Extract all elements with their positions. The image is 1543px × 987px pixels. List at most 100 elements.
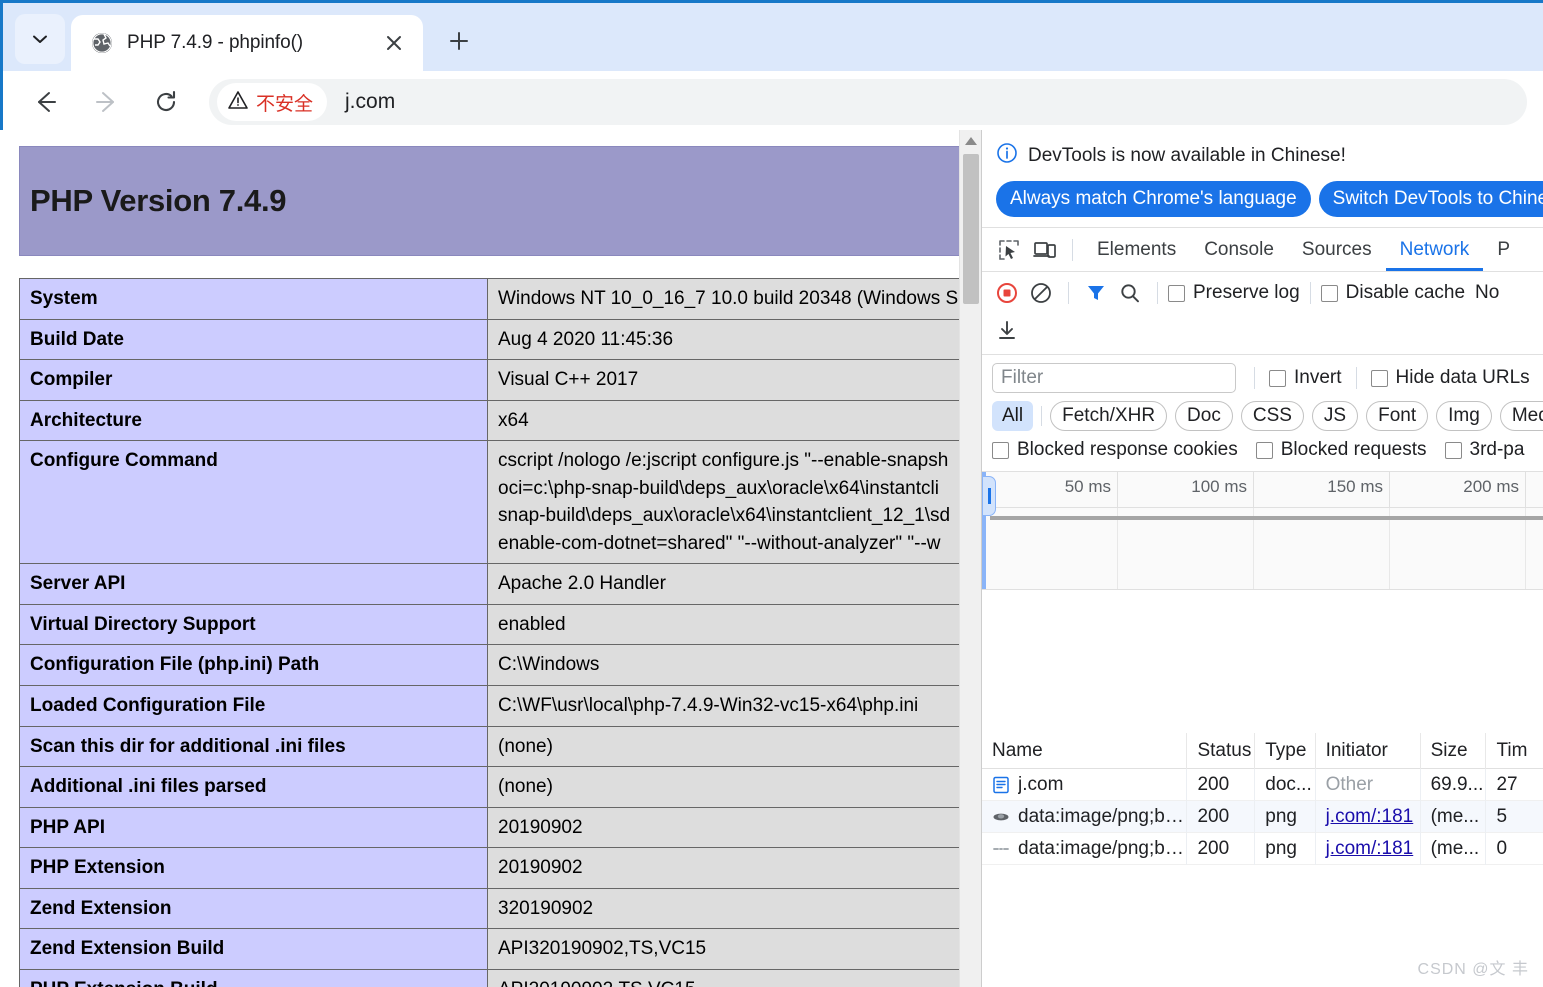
tab-elements[interactable]: Elements [1083, 228, 1190, 271]
request-name-text: data:image/png;ba... [1018, 805, 1187, 827]
address-bar[interactable]: 不安全 j.com [209, 79, 1527, 125]
type-filter-css[interactable]: CSS [1240, 401, 1304, 431]
request-initiator-text[interactable]: j.com/:181 [1326, 838, 1414, 859]
clear-icon[interactable] [1024, 276, 1058, 310]
configure-command-line: cscript /nologo /e:jscript configure.js … [498, 450, 949, 472]
toolbar-divider [1157, 282, 1158, 304]
type-filter-img[interactable]: Img [1436, 401, 1492, 431]
type-filter-doc[interactable]: Doc [1175, 401, 1233, 431]
page-vertical-scrollbar[interactable] [959, 130, 981, 987]
request-row[interactable]: data:image/png;ba... 200 png j.com/:181 (me.… [982, 800, 1543, 833]
watermark: CSDN @文 丰 [1417, 961, 1529, 978]
security-status-text: 不安全 [256, 93, 314, 115]
devtools-panel: DevTools is now available in Chinese! Al… [981, 130, 1543, 987]
disable-cache-label: Disable cache [1345, 282, 1466, 303]
disable-cache-option[interactable]: Disable cache [1320, 282, 1466, 304]
blocked-option-2[interactable]: 3rd-pa [1444, 439, 1524, 461]
close-icon[interactable] [381, 30, 407, 56]
reload-button[interactable] [143, 79, 189, 125]
overview-tick-label: 150 ms [1254, 472, 1390, 508]
request-initiator-cell[interactable]: j.com/:181 [1316, 832, 1421, 865]
overview-summary-bar [990, 516, 1543, 520]
request-time-cell: 0 [1496, 837, 1508, 859]
type-filter-media[interactable]: Media [1499, 401, 1543, 431]
overview-selection-handle[interactable] [982, 476, 996, 516]
tab-sources[interactable]: Sources [1288, 228, 1386, 271]
column-header-initiator[interactable]: Initiator [1316, 733, 1421, 769]
scroll-up-arrow-icon[interactable] [960, 130, 981, 152]
column-header-size[interactable]: Size [1421, 733, 1487, 769]
blocked-checkbox-0[interactable] [992, 441, 1009, 459]
row-value: C:\Windows [487, 644, 959, 687]
devtools-language-banner: DevTools is now available in Chinese! Al… [982, 130, 1543, 228]
security-status-chip[interactable]: 不安全 [217, 83, 328, 121]
request-row[interactable]: j.com 200 doc... Other 69.9... 27 [982, 768, 1543, 801]
request-initiator-text[interactable]: j.com/:181 [1326, 806, 1414, 827]
column-header-status[interactable]: Status [1187, 733, 1256, 769]
request-name-text: j.com [1018, 773, 1064, 795]
blocked-filters: Blocked response cookies Blocked requests… [982, 439, 1543, 472]
resource-type-filters: AllFetch/XHRDocCSSJSFontImgMediaManife [982, 401, 1543, 439]
preserve-log-checkbox[interactable] [1168, 284, 1185, 302]
request-initiator-cell[interactable]: j.com/:181 [1316, 800, 1421, 833]
url-text[interactable]: j.com [345, 90, 395, 114]
column-header-tim[interactable]: Tim [1486, 733, 1543, 769]
record-stop-icon[interactable] [990, 276, 1024, 310]
new-tab-plus-icon[interactable] [437, 19, 481, 63]
request-size-cell: (me... [1421, 800, 1487, 833]
switch-devtools-to-chinese-button[interactable]: Switch DevTools to Chinese [1318, 181, 1543, 217]
hide-data-urls-checkbox[interactable] [1370, 369, 1388, 387]
invert-option[interactable]: Invert [1269, 367, 1342, 389]
tab-network[interactable]: Network [1386, 228, 1484, 271]
blocked-option-0[interactable]: Blocked response cookies [992, 439, 1238, 461]
filter-input[interactable] [992, 363, 1236, 393]
blocked-checkbox-1[interactable] [1255, 441, 1273, 459]
scrollbar-thumb[interactable] [963, 154, 979, 304]
inspect-element-icon[interactable] [992, 233, 1026, 267]
network-overview-timeline[interactable]: 50 ms 100 ms 150 ms 200 ms [982, 472, 1543, 590]
request-name-cell[interactable]: data:image/png;ba... [982, 800, 1188, 833]
row-key: PHP Extension Build [19, 968, 488, 987]
browser-tab[interactable]: PHP 7.4.9 - phpinfo() [71, 15, 423, 71]
column-header-type[interactable]: Type [1255, 733, 1316, 769]
overview-ruler: 50 ms 100 ms 150 ms 200 ms [982, 472, 1543, 508]
blocked-checkbox-2[interactable] [1444, 441, 1462, 459]
type-filter-fetch-xhr[interactable]: Fetch/XHR [1050, 401, 1168, 431]
requests-table-header: Name Status Type Initiator Size Tim [982, 733, 1543, 769]
device-toolbar-icon[interactable] [1028, 233, 1062, 267]
tab-p[interactable]: P [1483, 228, 1524, 271]
tab-console[interactable]: Console [1190, 228, 1288, 271]
type-filter-js[interactable]: JS [1311, 401, 1359, 431]
browser-chrome: PHP 7.4.9 - phpinfo() 不安全 j.com [0, 0, 1543, 133]
row-value: Aug 4 2020 11:45:36 [487, 318, 959, 361]
row-value: API20190902,TS,VC15 [487, 968, 959, 987]
type-filter-all[interactable]: All [992, 401, 1034, 431]
image-thin-icon [992, 840, 1010, 858]
blocked-option-1[interactable]: Blocked requests [1255, 439, 1427, 461]
request-name-cell[interactable]: j.com [982, 768, 1188, 801]
request-row[interactable]: data:image/png;ba... 200 png j.com/:181 (me.… [982, 832, 1543, 865]
devtools-tab-bar: Elements Console Sources Network P [982, 228, 1543, 272]
request-name-cell[interactable]: data:image/png;ba... [982, 832, 1188, 865]
invert-checkbox[interactable] [1269, 369, 1286, 387]
forward-button[interactable] [83, 79, 129, 125]
table-row: Configure Command cscript /nologo /e:jscr… [19, 440, 959, 565]
funnel-filter-icon[interactable] [1079, 276, 1113, 310]
request-initiator-text: Other [1325, 773, 1374, 795]
download-har-icon[interactable] [990, 314, 1024, 348]
devtools-tabs: Elements Console Sources Network P [1083, 228, 1524, 271]
tab-search-chevron-down-icon[interactable] [15, 14, 65, 64]
request-time-cell: 27 [1496, 773, 1518, 795]
always-match-chrome-language-button[interactable]: Always match Chrome's language [996, 181, 1311, 217]
devtools-banner-message: DevTools is now available in Chinese! [1028, 144, 1346, 166]
search-icon[interactable] [1113, 276, 1147, 310]
request-status-cell: 200 [1187, 832, 1256, 865]
throttling-select[interactable]: No [1475, 282, 1499, 304]
hide-data-urls-option[interactable]: Hide data URLs [1370, 367, 1530, 389]
preserve-log-option[interactable]: Preserve log [1168, 282, 1300, 304]
back-button[interactable] [23, 79, 69, 125]
disable-cache-checkbox[interactable] [1320, 284, 1338, 302]
row-key: Architecture [19, 399, 488, 442]
column-header-name[interactable]: Name [982, 733, 1188, 769]
type-filter-font[interactable]: Font [1366, 401, 1429, 431]
